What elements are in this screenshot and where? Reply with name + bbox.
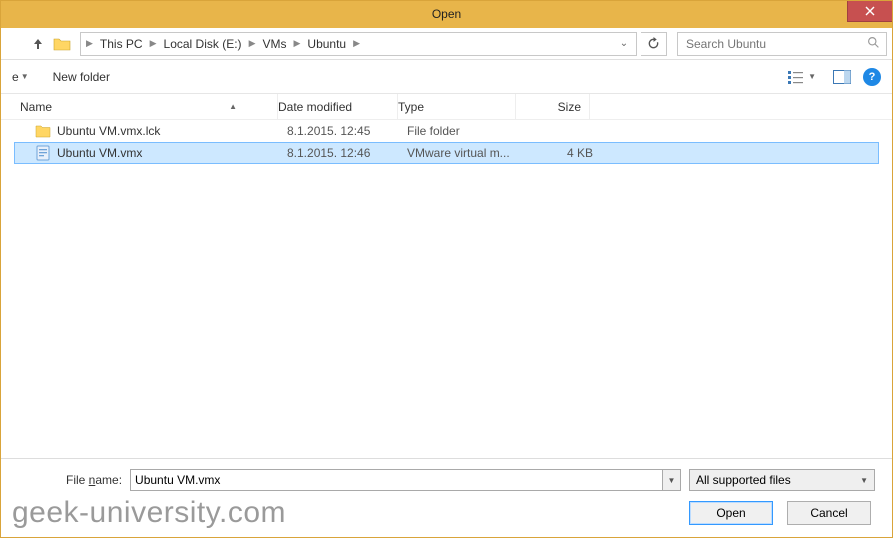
up-button[interactable] <box>28 34 48 54</box>
chevron-right-icon: ▶ <box>352 38 361 49</box>
column-type[interactable]: Type <box>398 94 516 119</box>
table-row[interactable]: Ubuntu VM.vmx.lck 8.1.2015. 12:45File fol… <box>14 120 879 142</box>
file-date: 8.1.2015. 12:45 <box>287 124 407 138</box>
filename-dropdown[interactable]: ▼ <box>663 469 681 491</box>
column-name[interactable]: Name ▲ <box>20 94 278 119</box>
nav-row: ▶ This PC ▶ Local Disk (E:) ▶ VMs ▶ Ubun… <box>0 28 893 60</box>
chevron-down-icon: ▼ <box>860 476 868 485</box>
breadcrumb[interactable]: VMs <box>256 37 292 51</box>
breadcrumb[interactable]: Ubuntu <box>301 37 352 51</box>
title-bar: Open <box>0 0 893 28</box>
file-list: Ubuntu VM.vmx.lck 8.1.2015. 12:45File fol… <box>0 120 893 164</box>
file-list-area: Name ▲ Date modified Type Size Ubuntu VM… <box>0 94 893 458</box>
organize-label: e <box>12 70 19 84</box>
file-type: File folder <box>407 124 525 138</box>
search-icon <box>867 36 880 52</box>
location-folder-icon <box>52 34 72 54</box>
folder-icon <box>35 123 51 139</box>
view-list-icon <box>788 70 806 84</box>
preview-pane-icon <box>833 70 851 84</box>
organize-menu[interactable]: e ▼ <box>12 70 29 84</box>
new-folder-button[interactable]: New folder <box>53 70 110 84</box>
close-button[interactable] <box>847 0 893 22</box>
table-row[interactable]: Ubuntu VM.vmx 8.1.2015. 12:46VMware virtu… <box>14 142 879 164</box>
refresh-button[interactable] <box>641 32 667 56</box>
sort-asc-icon: ▲ <box>229 102 237 111</box>
breadcrumb[interactable]: This PC <box>94 37 149 51</box>
up-arrow-icon <box>31 37 45 51</box>
file-name: Ubuntu VM.vmx.lck <box>57 124 160 138</box>
footer: File name: ▼ All supported files ▼ Open … <box>0 458 893 538</box>
file-type-filter[interactable]: All supported files ▼ <box>689 469 875 491</box>
refresh-icon <box>647 37 660 50</box>
breadcrumb[interactable]: Local Disk (E:) <box>158 37 248 51</box>
open-button[interactable]: Open <box>689 501 773 525</box>
window-title: Open <box>0 7 893 21</box>
chevron-right-icon: ▶ <box>85 38 94 49</box>
chevron-down-icon: ▼ <box>21 72 29 81</box>
chevron-right-icon: ▶ <box>149 38 158 49</box>
chevron-right-icon: ▶ <box>292 38 301 49</box>
search-input[interactable] <box>684 36 867 52</box>
filename-label: File name: <box>66 473 122 487</box>
search-box[interactable] <box>677 32 887 56</box>
address-dropdown[interactable]: ⌄ <box>616 38 632 49</box>
view-options-button[interactable]: ▼ <box>783 67 821 87</box>
filename-input[interactable] <box>130 469 663 491</box>
chevron-down-icon: ▼ <box>808 72 816 81</box>
cancel-button[interactable]: Cancel <box>787 501 871 525</box>
column-headers: Name ▲ Date modified Type Size <box>0 94 893 120</box>
file-name: Ubuntu VM.vmx <box>57 146 142 160</box>
column-date[interactable]: Date modified <box>278 94 398 119</box>
file-date: 8.1.2015. 12:46 <box>287 146 407 160</box>
preview-pane-button[interactable] <box>831 66 853 88</box>
chevron-right-icon: ▶ <box>248 38 257 49</box>
close-icon <box>865 6 875 16</box>
help-button[interactable]: ? <box>863 68 881 86</box>
file-type: VMware virtual m... <box>407 146 525 160</box>
column-size[interactable]: Size <box>516 94 590 119</box>
toolbar: e ▼ New folder ▼ ? <box>0 60 893 94</box>
file-icon <box>35 145 51 161</box>
file-size: 4 KB <box>525 146 593 160</box>
address-bar[interactable]: ▶ This PC ▶ Local Disk (E:) ▶ VMs ▶ Ubun… <box>80 32 637 56</box>
